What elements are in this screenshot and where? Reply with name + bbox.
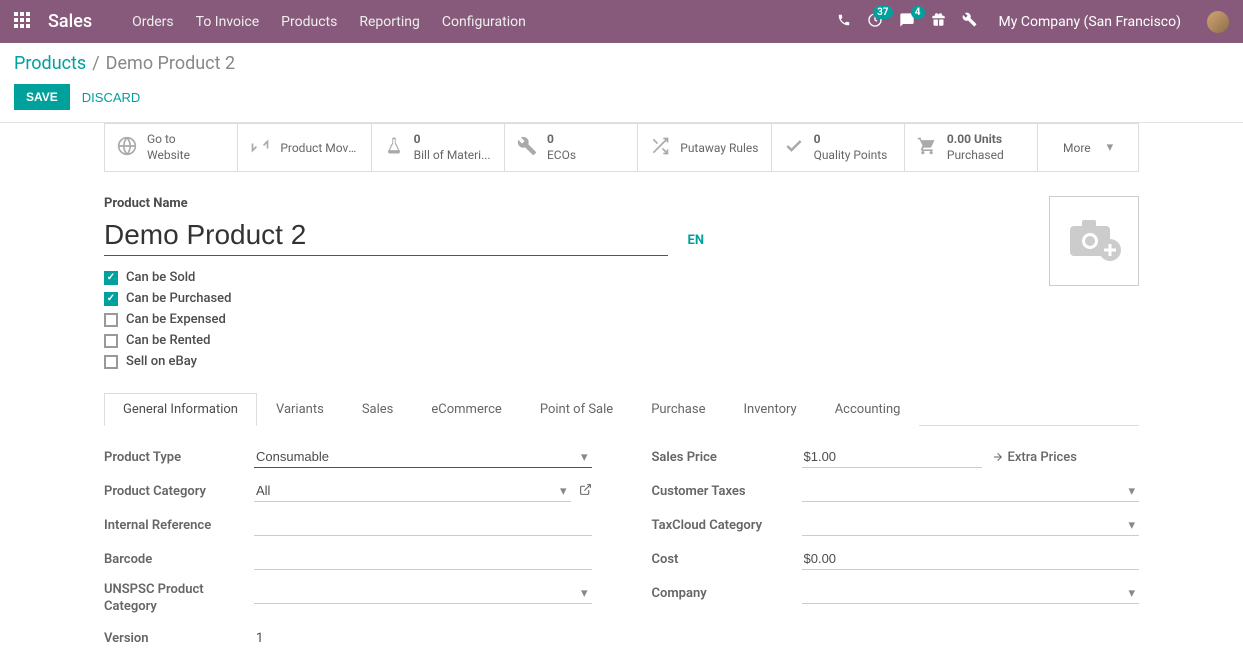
save-button[interactable]: SAVE: [14, 84, 70, 110]
field-company: Company ▾: [652, 582, 1140, 604]
stat-product-moves[interactable]: Product Moves: [238, 124, 371, 171]
field-barcode: Barcode: [104, 548, 592, 570]
wrench-icon: [517, 136, 537, 160]
fields: Product Type ▾ Product Category ▾ Intern…: [104, 446, 1139, 649]
field-internal-reference: Internal Reference: [104, 514, 592, 536]
checkbox-can-be-purchased[interactable]: Can be Purchased: [104, 291, 1029, 306]
tab-inventory[interactable]: Inventory: [724, 393, 815, 426]
phone-icon[interactable]: [837, 13, 851, 31]
checkbox-icon[interactable]: [104, 271, 118, 285]
stat-bar: Go toWebsite Product Moves 0Bill of Mate…: [104, 123, 1139, 172]
lang-badge[interactable]: EN: [688, 233, 705, 256]
breadcrumb-root[interactable]: Products: [14, 53, 86, 74]
checkbox-can-be-rented[interactable]: Can be Rented: [104, 333, 1029, 348]
product-type-select[interactable]: [254, 446, 592, 468]
activity-count: 37: [873, 6, 892, 19]
tab-general-information[interactable]: General Information: [104, 393, 257, 426]
company-name[interactable]: My Company (San Francisco): [999, 14, 1181, 30]
checkbox-list: Can be Sold Can be Purchased Can be Expe…: [104, 270, 1029, 369]
tab-pos[interactable]: Point of Sale: [521, 393, 632, 426]
menu-to-invoice[interactable]: To Invoice: [196, 14, 260, 30]
external-link-icon[interactable]: [579, 483, 592, 500]
navbar-right: 37 4 My Company (San Francisco): [837, 11, 1229, 33]
menu-products[interactable]: Products: [281, 14, 337, 30]
breadcrumb-sep: /: [92, 53, 99, 74]
tab-purchase[interactable]: Purchase: [632, 393, 724, 426]
breadcrumb: Products / Demo Product 2: [0, 43, 1243, 80]
field-cost: Cost: [652, 548, 1140, 570]
shuffle-icon: [650, 136, 670, 160]
cost-input[interactable]: [802, 548, 1140, 570]
field-product-type: Product Type ▾: [104, 446, 592, 468]
checkbox-can-be-sold[interactable]: Can be Sold: [104, 270, 1029, 285]
field-product-category: Product Category ▾: [104, 480, 592, 502]
tab-ecommerce[interactable]: eCommerce: [412, 393, 520, 426]
product-name-input[interactable]: [104, 217, 668, 256]
sales-price-input[interactable]: [802, 446, 982, 468]
taxcloud-select[interactable]: [802, 514, 1140, 536]
gift-icon[interactable]: [931, 12, 946, 31]
field-customer-taxes: Customer Taxes ▾: [652, 480, 1140, 502]
menu-orders[interactable]: Orders: [132, 14, 174, 30]
app-brand[interactable]: Sales: [48, 11, 92, 32]
extra-prices-button[interactable]: Extra Prices: [992, 450, 1077, 465]
field-taxcloud: TaxCloud Category ▾: [652, 514, 1140, 536]
tab-variants[interactable]: Variants: [257, 393, 343, 426]
stat-go-to-website[interactable]: Go toWebsite: [105, 124, 238, 171]
menu-configuration[interactable]: Configuration: [442, 14, 526, 30]
stat-quality[interactable]: 0Quality Points: [772, 124, 905, 171]
action-row: SAVE DISCARD: [0, 80, 1243, 123]
checkbox-sell-on-ebay[interactable]: Sell on eBay: [104, 354, 1029, 369]
tab-accounting[interactable]: Accounting: [816, 393, 920, 426]
field-sales-price: Sales Price Extra Prices: [652, 446, 1140, 468]
apps-icon[interactable]: [14, 12, 30, 32]
field-version: Version 1: [104, 628, 592, 649]
form-sheet: Product Name EN Can be Sold Can be Purch…: [104, 172, 1139, 649]
version-value: 1: [254, 628, 265, 649]
product-image-placeholder[interactable]: [1049, 196, 1139, 286]
discard-button[interactable]: DISCARD: [82, 90, 141, 105]
checkbox-can-be-expensed[interactable]: Can be Expensed: [104, 312, 1029, 327]
checkbox-icon[interactable]: [104, 355, 118, 369]
breadcrumb-current: Demo Product 2: [106, 53, 235, 74]
tools-icon[interactable]: [962, 12, 977, 31]
check-icon: [784, 136, 804, 160]
tabs: General Information Variants Sales eComm…: [104, 393, 1139, 426]
fields-left: Product Type ▾ Product Category ▾ Intern…: [104, 446, 592, 649]
stat-purchased[interactable]: 0.00 UnitsPurchased: [905, 124, 1038, 171]
flask-icon: [384, 136, 404, 160]
stat-putaway[interactable]: Putaway Rules: [638, 124, 771, 171]
navbar: Sales Orders To Invoice Products Reporti…: [0, 0, 1243, 43]
barcode-input[interactable]: [254, 548, 592, 570]
fields-right: Sales Price Extra Prices Customer Taxes …: [652, 446, 1140, 649]
menu-reporting[interactable]: Reporting: [359, 14, 420, 30]
checkbox-icon[interactable]: [104, 334, 118, 348]
chevron-down-icon: ▾: [1107, 140, 1114, 155]
stat-ecos[interactable]: 0ECOs: [505, 124, 638, 171]
stat-bom[interactable]: 0Bill of Materi...: [372, 124, 505, 171]
product-category-select[interactable]: [254, 480, 571, 502]
product-name-label: Product Name: [104, 196, 1029, 211]
customer-taxes-select[interactable]: [802, 480, 1140, 502]
messages-icon[interactable]: 4: [899, 12, 915, 32]
globe-icon: [117, 136, 137, 160]
content: Go toWebsite Product Moves 0Bill of Mate…: [0, 123, 1243, 669]
company-select[interactable]: [802, 582, 1140, 604]
checkbox-icon[interactable]: [104, 292, 118, 306]
avatar[interactable]: [1207, 11, 1229, 33]
internal-reference-input[interactable]: [254, 514, 592, 536]
field-unspsc: UNSPSC Product Category ▾: [104, 582, 592, 616]
message-count: 4: [911, 6, 925, 19]
navbar-menu: Orders To Invoice Products Reporting Con…: [132, 14, 526, 30]
activity-icon[interactable]: 37: [867, 12, 883, 32]
unspsc-select[interactable]: [254, 582, 592, 604]
tab-sales[interactable]: Sales: [343, 393, 413, 426]
stat-more[interactable]: More ▾: [1038, 124, 1139, 171]
checkbox-icon[interactable]: [104, 313, 118, 327]
swap-icon: [250, 136, 270, 160]
cart-icon: [917, 136, 937, 160]
